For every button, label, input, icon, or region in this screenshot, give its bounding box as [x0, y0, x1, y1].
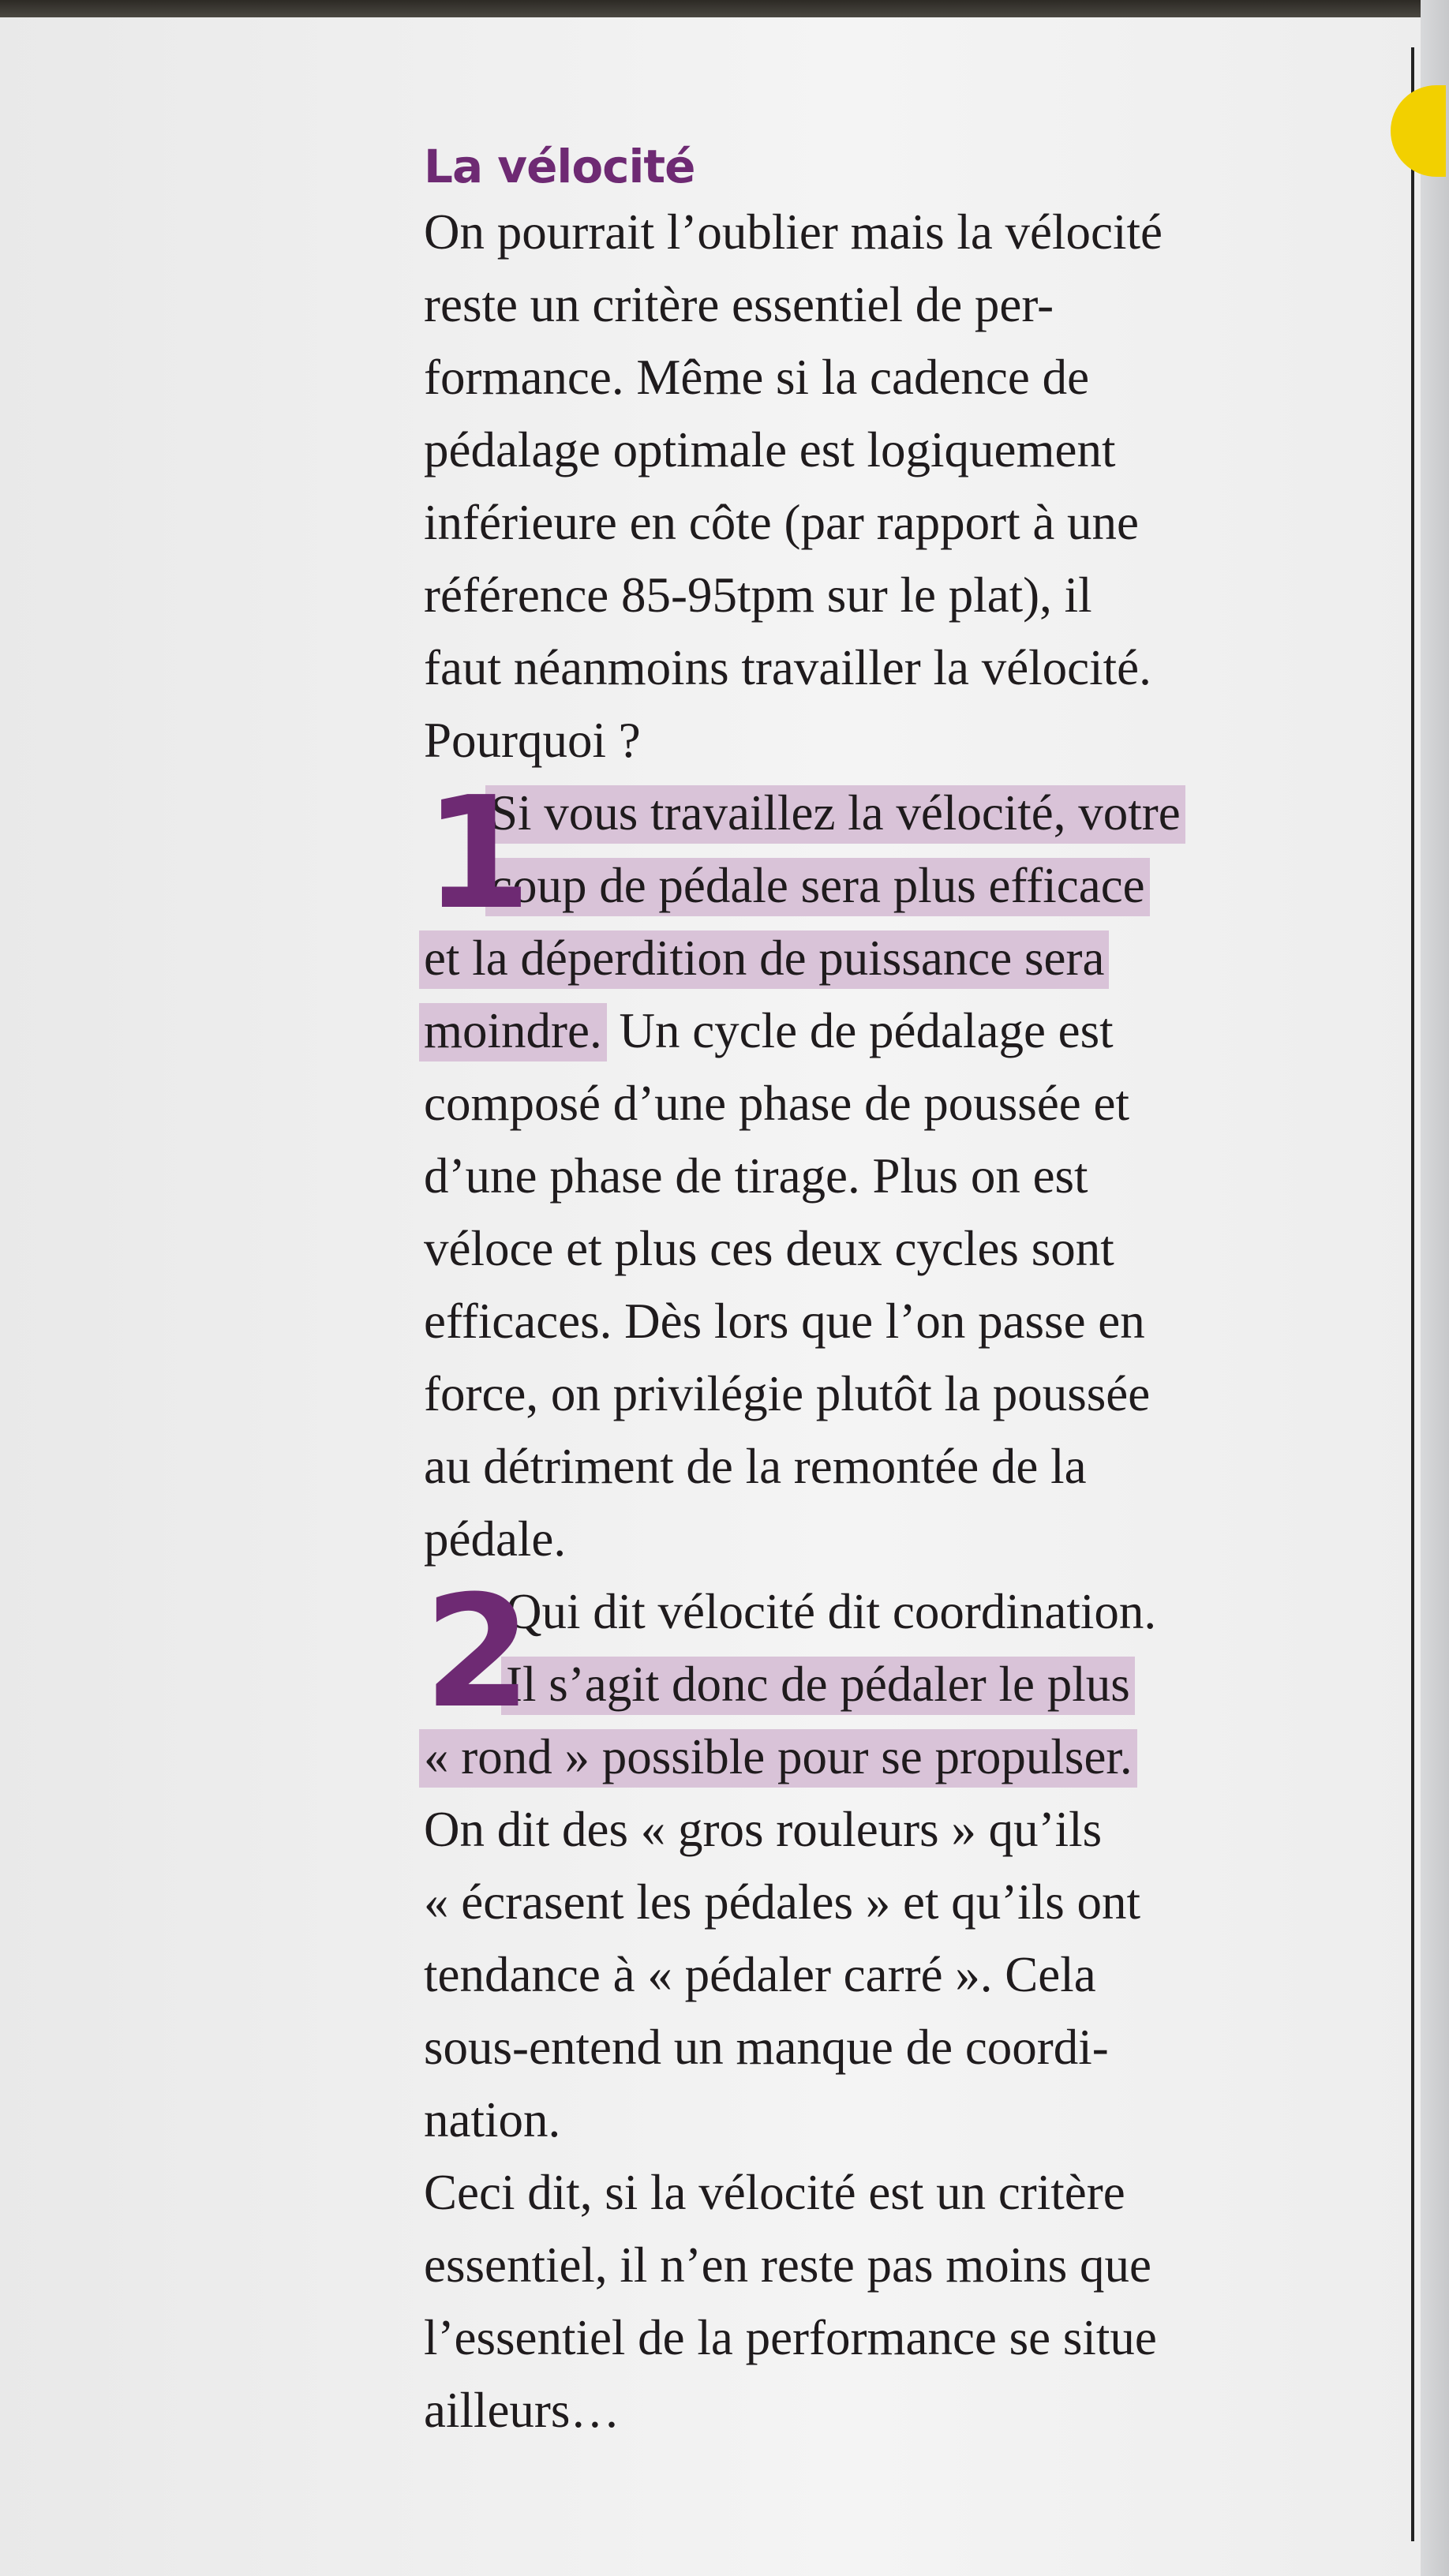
highlighted-text: Il s’agit donc de pédaler le plus [501, 1657, 1135, 1715]
text-line: sous-entend un manque de coordi- [424, 2020, 1109, 2075]
article-column: La vélocité On pourrait l’oublier mais l… [419, 137, 1331, 2447]
text-line: pédale. [424, 1511, 567, 1567]
page-edge-shadow [1421, 0, 1449, 2576]
text-line: faut néanmoins travailler la vélocité. [424, 640, 1151, 695]
highlighted-text: Si vous travaillez la vélocité, votre [485, 785, 1185, 844]
text-line: On dit des « gros rouleurs » qu’ils [424, 1802, 1103, 1857]
text-line: formance. Même si la cadence de [424, 350, 1090, 405]
drop-cap-number-2: 2 [424, 1563, 532, 1743]
text-line: pédalage optimale est logiquement [424, 422, 1116, 477]
text-line: véloce et plus ces deux cycles sont [424, 1221, 1114, 1276]
point-1: 1 Si vous travaillez la vélocité, votre … [419, 764, 1331, 1575]
text-line: moindre. Un cycle de pédalage est [419, 994, 1331, 1067]
text-line: Il s’agit donc de pédaler le plus [424, 1648, 1331, 1720]
text-line: d’une phase de tirage. Plus on est [424, 1148, 1088, 1204]
text-line: « écrasent les pédales » et qu’ils ont [424, 1874, 1140, 1930]
text-line: tendance à « pédaler carré ». Cela [424, 1947, 1096, 2002]
text-line: inférieure en côte (par rapport à une [424, 495, 1139, 550]
text-line: reste un critère essentiel de per- [424, 277, 1054, 332]
point-2: 2 Qui dit vélocité dit coordination. Il … [419, 1563, 1331, 2156]
intro-paragraph: On pourrait l’oublier mais la vélocité r… [424, 196, 1331, 777]
closing-paragraph: Ceci dit, si la vélocité est un critère … [424, 2156, 1331, 2447]
plain-text: Un cycle de pédalage est [606, 1003, 1114, 1058]
text-line: ailleurs… [424, 2383, 620, 2438]
highlighted-text: moindre. [419, 1003, 607, 1061]
text-line: Pourquoi ? [424, 713, 641, 768]
text-line: Ceci dit, si la vélocité est un critère [424, 2165, 1125, 2220]
text-line: nation. [424, 2092, 561, 2147]
text-line: au détriment de la remontée de la [424, 1439, 1087, 1494]
highlighted-text: coup de pédale sera plus efficace [485, 858, 1150, 916]
drop-cap-number-1: 1 [424, 764, 532, 944]
text-line: On pourrait l’oublier mais la vélocité [424, 204, 1163, 260]
article-title: La vélocité [424, 140, 696, 193]
text-line: l’essentiel de la performance se situe [424, 2310, 1157, 2365]
text-line: référence 85-95tpm sur le plat), il [424, 567, 1092, 623]
text-line: composé d’une phase de poussée et [424, 1076, 1129, 1131]
text-line: coup de pédale sera plus efficace [424, 849, 1331, 922]
text-line: Qui dit vélocité dit coordination. [506, 1584, 1157, 1639]
column-rule [1411, 47, 1414, 2541]
text-line: Si vous travaillez la vélocité, votre [424, 777, 1331, 849]
text-line: « rond » possible pour se propulser. [419, 1720, 1331, 1793]
text-line: essentiel, il n’en reste pas moins que [424, 2237, 1152, 2293]
text-line: efficaces. Dès lors que l’on passe en [424, 1294, 1145, 1349]
text-line: et la déperdition de puissance sera [419, 922, 1331, 994]
text-line: force, on privilégie plutôt la poussée [424, 1366, 1151, 1421]
